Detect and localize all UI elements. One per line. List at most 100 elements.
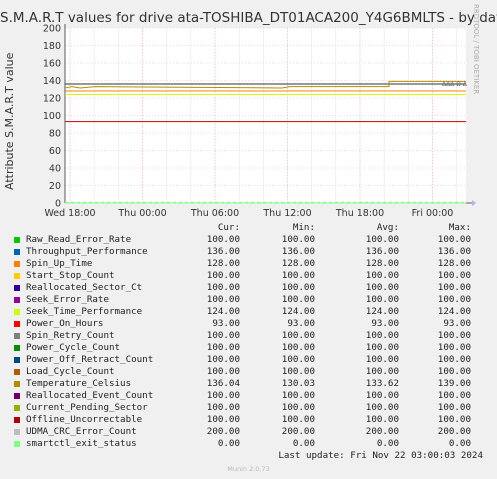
legend-avg-value: 93.00 (371, 318, 399, 329)
y-tick-label: 60 (49, 146, 61, 157)
legend-avg-value: 133.62 (365, 378, 399, 389)
legend-cur-value: 100.00 (206, 282, 240, 293)
legend-row: Offline_Uncorrectable 100.00 100.00 100.00 1… (0, 414, 497, 426)
legend-avg-value: 100.00 (365, 366, 399, 377)
y-tick-labels: 020406080100120140160180200 (43, 24, 61, 210)
legend-cur-value: 124.00 (206, 306, 240, 317)
legend-max-value: 100.00 (437, 390, 471, 401)
legend-avg-value: 100.00 (365, 294, 399, 305)
legend-series-name: smartctl_exit_status (26, 438, 137, 449)
legend-row: Current_Pending_Sector 100.00 100.00 100.00… (0, 402, 497, 414)
legend-swatch (14, 417, 20, 423)
legend-swatch (14, 249, 20, 255)
legend-min-value: 124.00 (281, 306, 315, 317)
legend-cur-value: 100.00 (206, 342, 240, 353)
x-tick-label: Thu 06:00 (190, 208, 239, 219)
legend-min-value: 100.00 (281, 282, 315, 293)
legend-min-value: 200.00 (281, 426, 315, 437)
legend-row: Raw_Read_Error_Rate 100.00 100.00 100.00 100… (0, 234, 497, 246)
legend-max-value: 100.00 (437, 366, 471, 377)
legend-avg-value: 100.00 (365, 390, 399, 401)
legend-min-value: 100.00 (281, 342, 315, 353)
legend-series-name: Temperature_Celsius (26, 378, 132, 389)
legend-series-name: Current_Pending_Sector (26, 402, 148, 413)
header-cur: Cur: (217, 222, 240, 233)
x-tick-label: Wed 18:00 (44, 208, 95, 219)
legend-row: smartctl_exit_status 0.00 0.00 0.00 0.00 (0, 438, 497, 450)
legend-series-name: Offline_Uncorrectable (26, 414, 143, 425)
legend-min-value: 100.00 (281, 414, 315, 425)
legend-row: Load_Cycle_Count 100.00 100.00 100.00 100.00 (0, 366, 497, 378)
legend-swatch (14, 237, 20, 243)
legend-cur-value: 200.00 (206, 426, 240, 437)
legend-avg-value: 100.00 (365, 234, 399, 245)
legend-series-name: Spin_Retry_Count (26, 330, 115, 341)
legend-swatch (14, 261, 20, 267)
legend-swatch (14, 273, 20, 279)
legend-header: Cur: Min: Avg: Max: (0, 222, 497, 234)
legend-min-value: 130.03 (281, 378, 315, 389)
legend-cur-value: 136.04 (206, 378, 240, 389)
header-max: Max: (448, 222, 471, 233)
legend-min-value: 100.00 (281, 330, 315, 341)
legend-swatch (14, 333, 20, 339)
legend-series-name: Seek_Time_Performance (26, 306, 143, 317)
legend-row: Spin_Up_Time 128.00 128.00 128.00 128.00 (0, 258, 497, 270)
y-tick-label: 140 (43, 76, 61, 87)
legend-cur-value: 100.00 (206, 402, 240, 413)
legend-max-value: 100.00 (437, 330, 471, 341)
legend-max-value: 100.00 (437, 270, 471, 281)
legend-avg-value: 100.00 (365, 354, 399, 365)
legend-series-name: Throughput_Performance (26, 246, 148, 257)
legend-max-value: 100.00 (437, 282, 471, 293)
grid (64, 24, 476, 206)
legend-row: Power_Off_Retract_Count 100.00 100.00 100.0… (0, 354, 497, 366)
y-tick-label: 180 (43, 41, 61, 52)
legend-min-value: 100.00 (281, 234, 315, 245)
y-tick-label: 200 (43, 24, 61, 35)
legend-series-name: Reallocated_Event_Count (26, 390, 154, 401)
legend-max-value: 100.00 (437, 414, 471, 425)
legend-cur-value: 100.00 (206, 234, 240, 245)
legend-swatch (14, 381, 20, 387)
x-tick-label: Fri 00:00 (412, 208, 454, 219)
legend-min-value: 100.00 (281, 354, 315, 365)
legend-max-value: 200.00 (437, 426, 471, 437)
legend-swatch (14, 357, 20, 363)
y-tick-label: 160 (43, 59, 61, 70)
x-tick-label: Thu 12:00 (262, 208, 311, 219)
x-tick-labels: Wed 18:00 Thu 00:00 Thu 06:00 Thu 12:00 Thu … (44, 208, 453, 219)
legend-max-value: 100.00 (437, 354, 471, 365)
legend-avg-value: 200.00 (365, 426, 399, 437)
legend-cur-value: 93.00 (212, 318, 240, 329)
legend-row: Start_Stop_Count 100.00 100.00 100.00 100.00 (0, 270, 497, 282)
legend-row: Power_On_Hours 93.00 93.00 93.00 93.00 (0, 318, 497, 330)
legend-min-value: 100.00 (281, 402, 315, 413)
legend-series-name: Spin_Up_Time (26, 258, 93, 269)
legend-row: UDMA_CRC_Error_Count 200.00 200.00 200.00 20… (0, 426, 497, 438)
legend-series-name: Reallocated_Sector_Ct (26, 282, 143, 293)
legend-cur-value: 100.00 (206, 330, 240, 341)
y-tick-label: 40 (49, 164, 61, 175)
legend-cur-value: 100.00 (206, 414, 240, 425)
legend-min-value: 100.00 (281, 270, 315, 281)
legend-avg-value: 128.00 (365, 258, 399, 269)
x-tick-label: Thu 00:00 (117, 208, 166, 219)
legend-cur-value: 100.00 (206, 390, 240, 401)
legend-min-value: 128.00 (281, 258, 315, 269)
legend-series-name: Power_On_Hours (26, 318, 104, 329)
legend-series-name: UDMA_CRC_Error_Count (26, 426, 137, 437)
legend-min-value: 0.00 (292, 438, 315, 449)
legend-max-value: 100.00 (437, 294, 471, 305)
legend-max-value: 100.00 (437, 234, 471, 245)
legend-row: Spin_Retry_Count 100.00 100.00 100.00 100.00 (0, 330, 497, 342)
chart-annotation: ΔΔΔ Ω Δ (442, 81, 468, 88)
legend-series-name: Power_Cycle_Count (26, 342, 121, 353)
legend-cur-value: 100.00 (206, 354, 240, 365)
legend-avg-value: 100.00 (365, 342, 399, 353)
legend-row: Power_Cycle_Count 100.00 100.00 100.00 100.0… (0, 342, 497, 354)
legend-avg-value: 100.00 (365, 402, 399, 413)
legend-swatch (14, 393, 20, 399)
legend-series-name: Seek_Error_Rate (26, 294, 109, 305)
x-tick-label: Thu 18:00 (335, 208, 384, 219)
